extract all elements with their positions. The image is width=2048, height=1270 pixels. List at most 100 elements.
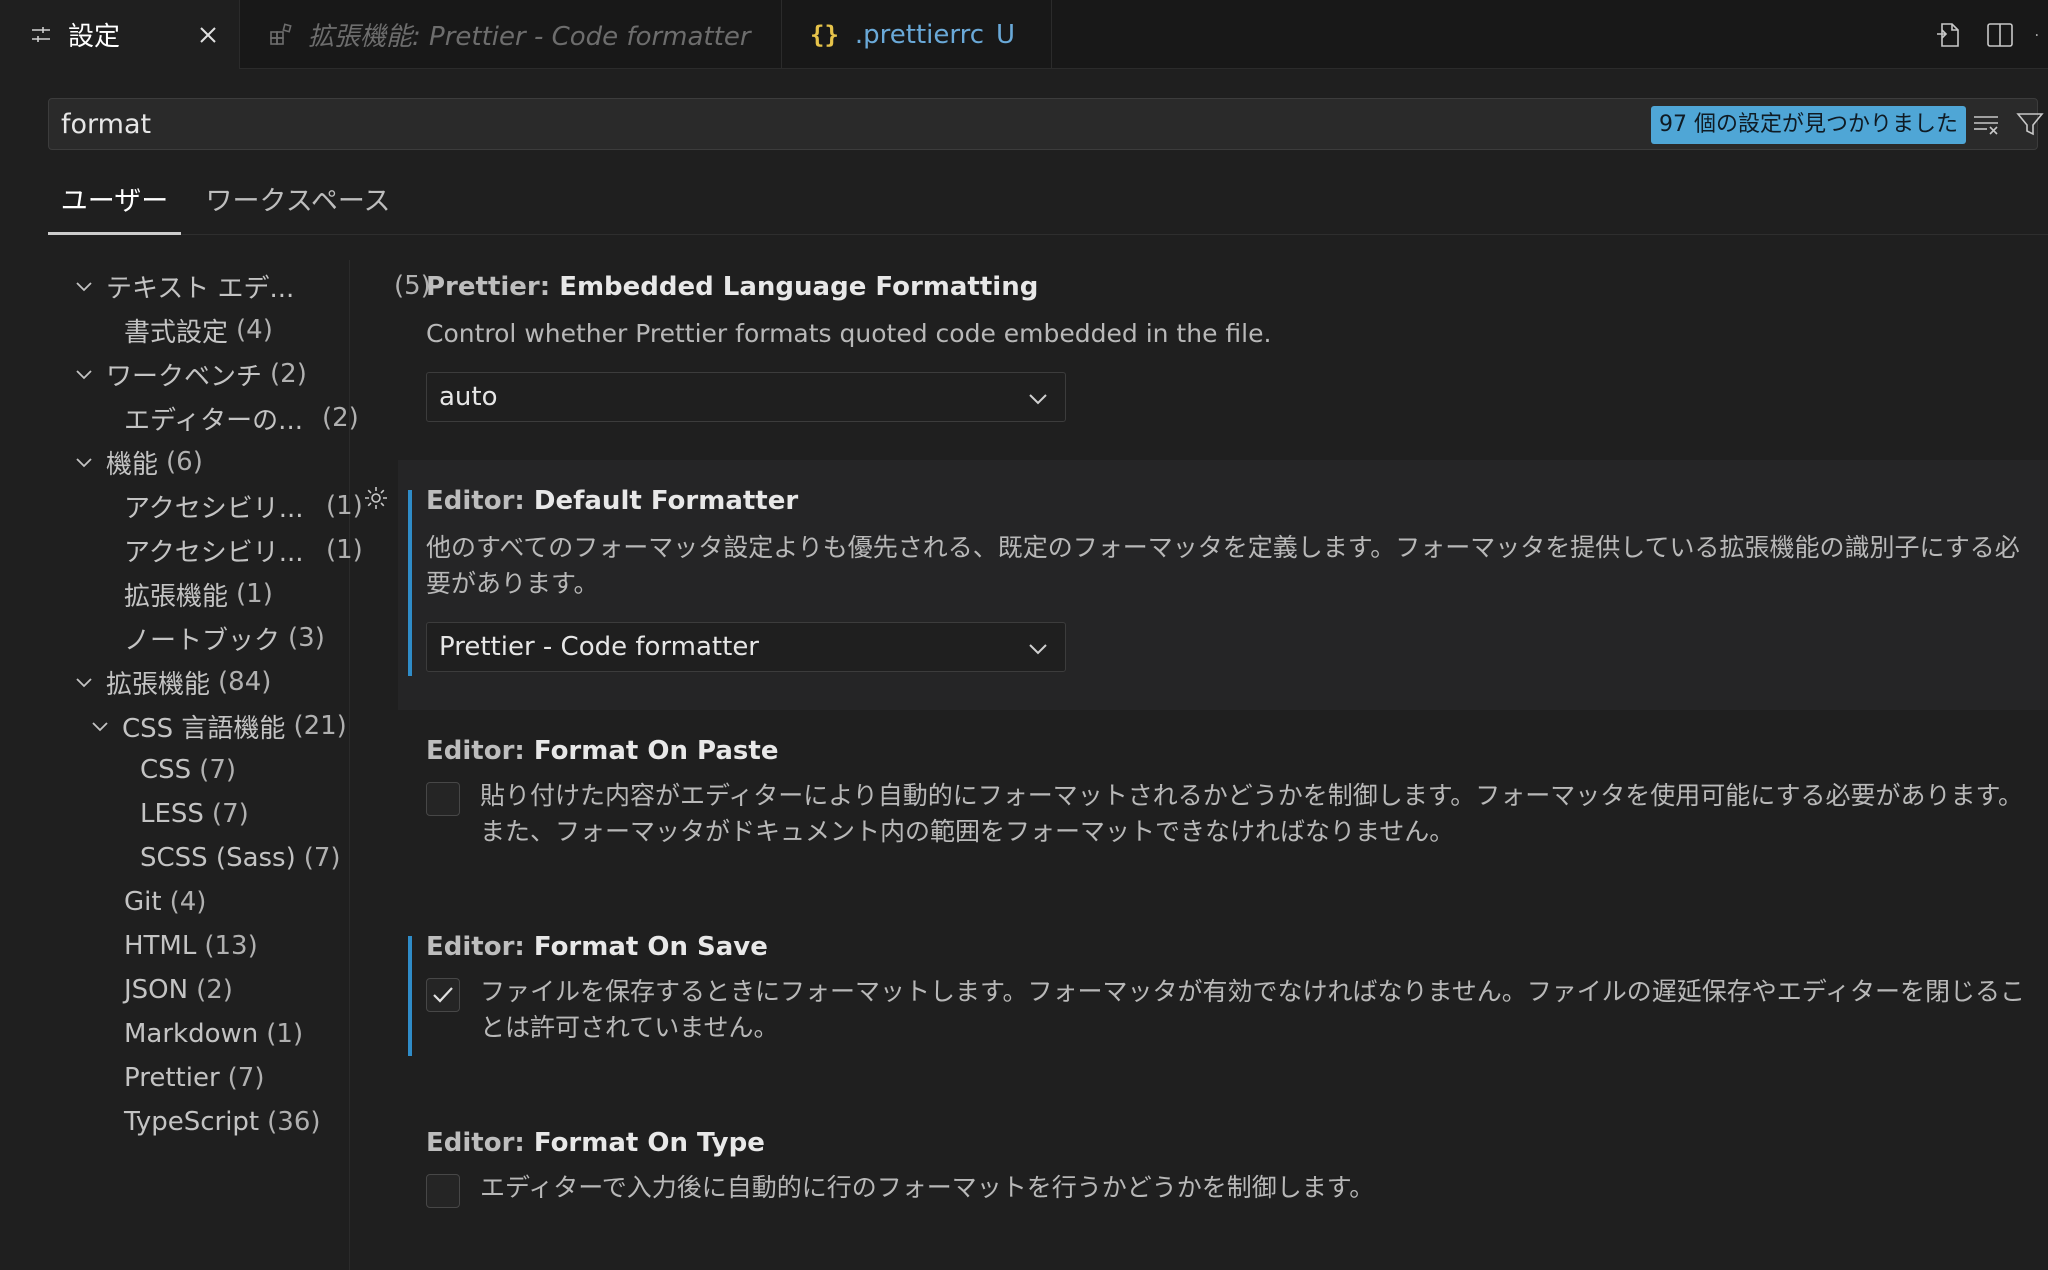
- toc-label: ノートブック: [124, 625, 281, 656]
- toc-item-typescript[interactable]: TypeScript (36): [124, 1102, 321, 1142]
- settings-search-input[interactable]: [61, 99, 1641, 149]
- setting-category: Editor:: [426, 736, 534, 766]
- toc-count: (2): [270, 359, 307, 389]
- checkmark-icon: [430, 982, 456, 1008]
- setting-description: エディターで入力後に自動的に行のフォーマットを行うかどうかを制御します。: [480, 1173, 1375, 1202]
- toc-item-workbench[interactable]: ワークベンチ (2): [72, 354, 307, 394]
- setting-format-on-save: Editor: Format On Save ファイルを保存するときにフォーマッ…: [398, 906, 2048, 1102]
- toc-count: (2): [196, 975, 233, 1005]
- toc-item-git[interactable]: Git (4): [124, 882, 206, 922]
- open-settings-json-icon[interactable]: [1930, 17, 1966, 53]
- toc-label: 機能: [106, 449, 159, 480]
- setting-name: Format On Save: [533, 932, 768, 962]
- toc-item-extensions[interactable]: 拡張機能 (84): [72, 662, 271, 702]
- toc-count: (1): [266, 1019, 304, 1049]
- toc-count: (4): [236, 315, 273, 345]
- toc-label: 書式設定: [124, 317, 229, 348]
- toc-item-extensions-feature[interactable]: 拡張機能 (1): [124, 574, 273, 614]
- toc-item-json[interactable]: JSON (2): [124, 970, 233, 1010]
- toc-label: CSS 言語機能: [122, 713, 286, 744]
- chevron-down-icon: [1025, 635, 1051, 661]
- toc-label: SCSS (Sass): [140, 843, 296, 873]
- clear-filter-icon[interactable]: [1969, 107, 2003, 141]
- toc-label: Markdown: [124, 1019, 259, 1049]
- select-value: auto: [439, 382, 498, 412]
- setting-title: Editor: Format On Type: [426, 1128, 765, 1158]
- split-editor-icon[interactable]: [1982, 17, 2018, 53]
- setting-category: Editor:: [426, 1128, 534, 1158]
- toc-label: Prettier: [124, 1063, 220, 1093]
- setting-category: Prettier:: [426, 272, 560, 302]
- settings-toc: テキスト エデ... (5) 書式設定 (4) ワークベンチ (2) エディター…: [0, 260, 431, 1270]
- toc-item-markdown[interactable]: Markdown (1): [124, 1014, 303, 1054]
- toc-label: エディターの...: [124, 405, 303, 436]
- tab-extension-prettier[interactable]: 拡張機能: Prettier - Code formatter: [240, 0, 782, 69]
- toc-item-accessibility-1[interactable]: アクセシビリ... (1): [124, 486, 363, 526]
- toc-item-scss[interactable]: SCSS (Sass) (7): [140, 838, 341, 878]
- setting-embedded-language-formatting: Prettier: Embedded Language Formatting C…: [398, 250, 2048, 460]
- toc-count: (3): [288, 623, 325, 653]
- toc-label: アクセシビリ...: [124, 537, 304, 568]
- toc-label: 拡張機能: [124, 581, 229, 612]
- toc-item-features[interactable]: 機能 (6): [72, 442, 203, 482]
- settings-sliders-icon: [26, 20, 56, 50]
- tab-prettierrc-label: .prettierrc: [854, 19, 985, 50]
- tab-settings[interactable]: 設定: [0, 0, 240, 69]
- setting-description: ファイルを保存するときにフォーマットします。フォーマッタが有効でなければなりませ…: [480, 977, 2026, 1042]
- setting-name: Embedded Language Formatting: [559, 272, 1039, 302]
- close-icon[interactable]: [193, 20, 223, 50]
- search-tools: [1969, 107, 2047, 141]
- toc-count: (6): [166, 447, 203, 477]
- settings-search-box: 97 個の設定が見つかりました: [48, 98, 2044, 150]
- filter-icon[interactable]: [2013, 107, 2047, 141]
- toc-count: (2): [322, 403, 359, 433]
- format-on-save-checkbox[interactable]: [426, 978, 460, 1012]
- setting-name: Default Formatter: [533, 486, 799, 516]
- toc-label: ワークベンチ: [106, 361, 263, 392]
- settings-scope-tabs: ユーザー ワークスペース: [48, 178, 2048, 235]
- chevron-down-icon: [72, 670, 96, 694]
- toc-item-prettier[interactable]: Prettier (7): [124, 1058, 264, 1098]
- toc-count: (1): [326, 491, 363, 521]
- toc-item-editor-management[interactable]: エディターの... (2): [124, 398, 359, 438]
- toc-label: Git: [124, 887, 162, 917]
- chevron-down-icon: [88, 714, 112, 738]
- setting-format-on-type: Editor: Format On Type エディターで入力後に自動的に行のフ…: [398, 1102, 2048, 1270]
- toc-count: (36): [267, 1107, 321, 1137]
- setting-description: 貼り付けた内容がエディターにより自動的にフォーマットされるかどうかを制御します。…: [480, 781, 2024, 846]
- toc-item-formatting[interactable]: 書式設定 (4): [124, 310, 273, 350]
- tab-user[interactable]: ユーザー: [48, 178, 181, 235]
- embedded-formatting-select[interactable]: auto: [426, 372, 1066, 422]
- setting-format-on-paste: Editor: Format On Paste 貼り付けた内容がエディターにより…: [398, 710, 2048, 906]
- gear-icon[interactable]: [360, 482, 392, 514]
- toc-item-less[interactable]: LESS (7): [140, 794, 249, 834]
- setting-name: Format On Paste: [533, 736, 779, 766]
- toc-label: JSON: [124, 975, 189, 1005]
- toc-item-text-editor[interactable]: テキスト エデ... (5): [72, 266, 431, 306]
- toc-count: (7): [211, 799, 249, 829]
- toc-count: (7): [303, 843, 341, 873]
- editor-actions: [1930, 16, 2048, 54]
- toc-item-css[interactable]: CSS (7): [140, 750, 236, 790]
- toc-label: TypeScript: [124, 1107, 260, 1137]
- result-count-badge: 97 個の設定が見つかりました: [1651, 106, 1966, 144]
- more-actions-icon[interactable]: [2034, 17, 2048, 53]
- toc-item-css-language[interactable]: CSS 言語機能 (21): [88, 706, 347, 746]
- toc-label: 拡張機能: [106, 669, 211, 700]
- toc-item-notebook[interactable]: ノートブック (3): [124, 618, 325, 658]
- toc-item-accessibility-2[interactable]: アクセシビリ... (1): [124, 530, 363, 570]
- format-on-paste-checkbox[interactable]: [426, 782, 460, 816]
- toc-label: HTML: [124, 931, 197, 961]
- chevron-down-icon: [1025, 385, 1051, 411]
- toc-item-html[interactable]: HTML (13): [124, 926, 258, 966]
- format-on-type-checkbox[interactable]: [426, 1174, 460, 1208]
- toc-label: アクセシビリ...: [124, 493, 304, 524]
- tab-extension-label: 拡張機能: Prettier - Code formatter: [308, 22, 751, 52]
- toc-label: CSS: [140, 755, 192, 785]
- editor-tab-bar: 設定 拡張機能: Prettier - Code formatter {} .p…: [0, 0, 2048, 69]
- settings-list: Prettier: Embedded Language Formatting C…: [365, 250, 2048, 1270]
- tab-workspace[interactable]: ワークスペース: [198, 178, 398, 235]
- tab-prettierrc[interactable]: {} .prettierrc U: [782, 0, 1052, 69]
- tab-settings-label: 設定: [68, 22, 121, 52]
- default-formatter-select[interactable]: Prettier - Code formatter: [426, 622, 1066, 672]
